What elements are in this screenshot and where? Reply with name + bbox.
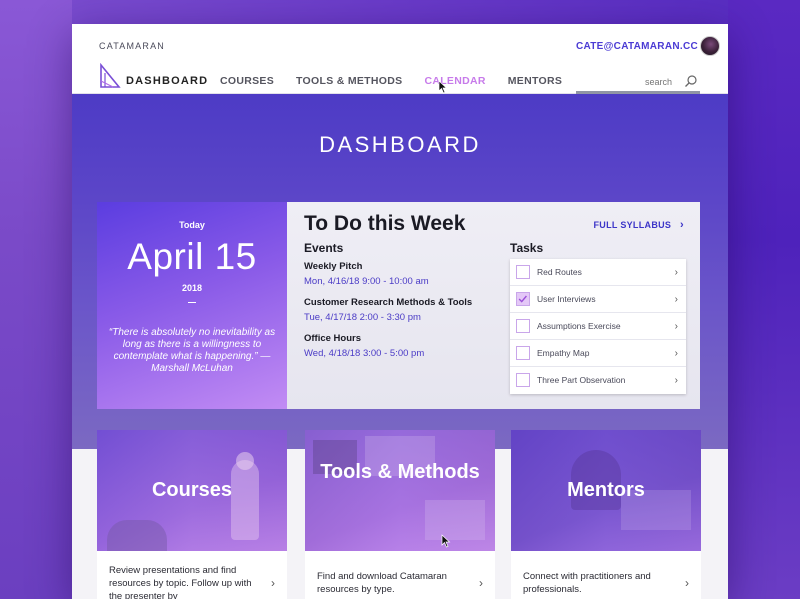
mouse-cursor-icon <box>438 80 448 94</box>
nav-item-courses[interactable]: COURSES <box>220 75 274 87</box>
chevron-right-icon: › <box>674 267 678 278</box>
account-email-link[interactable]: CATE@CATAMARAN.CC <box>576 41 698 52</box>
header: CATAMARAN CATE@CATAMARAN.CC DASHBOARD CO… <box>72 24 728 94</box>
task-label: Three Part Observation <box>537 375 626 385</box>
task-item[interactable]: Empathy Map › <box>510 340 686 367</box>
task-checkbox[interactable] <box>516 373 530 387</box>
search-input[interactable] <box>576 74 676 90</box>
nav-item-mentors[interactable]: MENTORS <box>508 75 562 87</box>
task-label: Assumptions Exercise <box>537 321 621 331</box>
task-item[interactable]: User Interviews › <box>510 286 686 313</box>
background-right <box>728 0 800 599</box>
dashboard-logo-label[interactable]: DASHBOARD <box>126 75 208 87</box>
todo-title: To Do this Week <box>304 212 466 235</box>
full-syllabus-link[interactable]: FULL SYLLABUS › <box>593 219 684 231</box>
chevron-right-icon: › <box>674 321 678 332</box>
today-label: Today <box>179 220 205 230</box>
task-checkbox[interactable] <box>516 346 530 360</box>
chevron-right-icon: › <box>674 294 678 305</box>
event-name: Office Hours <box>304 333 362 344</box>
tools-methods-card-desc: Find and download Catamaran resources by… <box>317 571 447 595</box>
event-time: Wed, 4/18/18 3:00 - 5:00 pm <box>304 348 425 359</box>
task-label: Empathy Map <box>537 348 590 358</box>
event-name: Customer Research Methods & Tools <box>304 297 473 308</box>
checkmark-icon <box>518 295 527 303</box>
chevron-right-icon: › <box>680 219 684 231</box>
full-syllabus-label: FULL SYLLABUS <box>593 220 672 230</box>
courses-card-title: Courses <box>151 479 233 501</box>
tools-methods-card[interactable]: Tools & Methods Find and download Catama… <box>305 430 495 599</box>
events-heading: Events <box>304 241 344 255</box>
chevron-right-icon: › <box>674 375 678 386</box>
chevron-right-icon[interactable]: › <box>479 576 483 590</box>
today-card: Today April 15 2018 “There is absolutely… <box>97 202 287 409</box>
mentors-card-desc: Connect with practitioners and professio… <box>523 571 651 595</box>
task-item[interactable]: Assumptions Exercise › <box>510 313 686 340</box>
tasks-list: Red Routes › User Interviews › Assumptio… <box>510 259 686 394</box>
tasks-heading: Tasks <box>510 241 544 255</box>
event-time: Tue, 4/17/18 2:00 - 3:30 pm <box>304 312 421 323</box>
event-time: Mon, 4/16/18 9:00 - 10:00 am <box>304 276 429 287</box>
brand-name: CATAMARAN <box>99 41 165 51</box>
mentors-card-title: Mentors <box>567 479 645 501</box>
nav-item-tools-methods[interactable]: TOOLS & METHODS <box>296 75 402 87</box>
tools-methods-image <box>305 430 495 551</box>
today-date: April 15 <box>127 236 257 277</box>
mentors-card[interactable]: Mentors Connect with practitioners and p… <box>511 430 701 599</box>
chevron-right-icon[interactable]: › <box>271 576 275 590</box>
background-left <box>0 0 72 599</box>
task-checkbox[interactable] <box>516 319 530 333</box>
event-item[interactable]: Weekly Pitch Mon, 4/16/18 9:00 - 10:00 a… <box>304 261 429 287</box>
chevron-right-icon: › <box>674 348 678 359</box>
search-box[interactable] <box>576 72 700 94</box>
courses-card-desc: Review presentations and find resources … <box>109 565 252 599</box>
tools-methods-card-title: Tools & Methods <box>320 461 480 483</box>
avatar[interactable] <box>700 36 720 56</box>
catamaran-logo-icon[interactable] <box>99 63 121 89</box>
task-item[interactable]: Red Routes › <box>510 259 686 286</box>
divider <box>188 302 196 303</box>
nav-item-calendar[interactable]: CALENDAR <box>424 75 485 87</box>
event-name: Weekly Pitch <box>304 261 363 272</box>
chevron-right-icon[interactable]: › <box>685 576 689 590</box>
event-item[interactable]: Office Hours Wed, 4/18/18 3:00 - 5:00 pm <box>304 333 424 359</box>
todo-card: To Do this Week FULL SYLLABUS › Events W… <box>287 202 700 409</box>
search-icon[interactable] <box>684 74 698 88</box>
courses-card[interactable]: Courses Review presentations and find re… <box>97 430 287 599</box>
mouse-cursor-icon <box>441 534 451 548</box>
event-item[interactable]: Customer Research Methods & Tools Tue, 4… <box>304 297 472 323</box>
task-label: User Interviews <box>537 294 596 304</box>
task-checkbox[interactable] <box>516 265 530 279</box>
main-nav: COURSES TOOLS & METHODS CALENDAR MENTORS <box>220 75 584 87</box>
task-checkbox-checked[interactable] <box>516 292 530 306</box>
task-item[interactable]: Three Part Observation › <box>510 367 686 394</box>
task-label: Red Routes <box>537 267 582 277</box>
today-year: 2018 <box>181 283 203 293</box>
quote-text: “There is absolutely no inevitability as… <box>108 327 276 374</box>
app-window: CATAMARAN CATE@CATAMARAN.CC DASHBOARD CO… <box>72 24 728 599</box>
page-title: DASHBOARD <box>319 132 481 157</box>
